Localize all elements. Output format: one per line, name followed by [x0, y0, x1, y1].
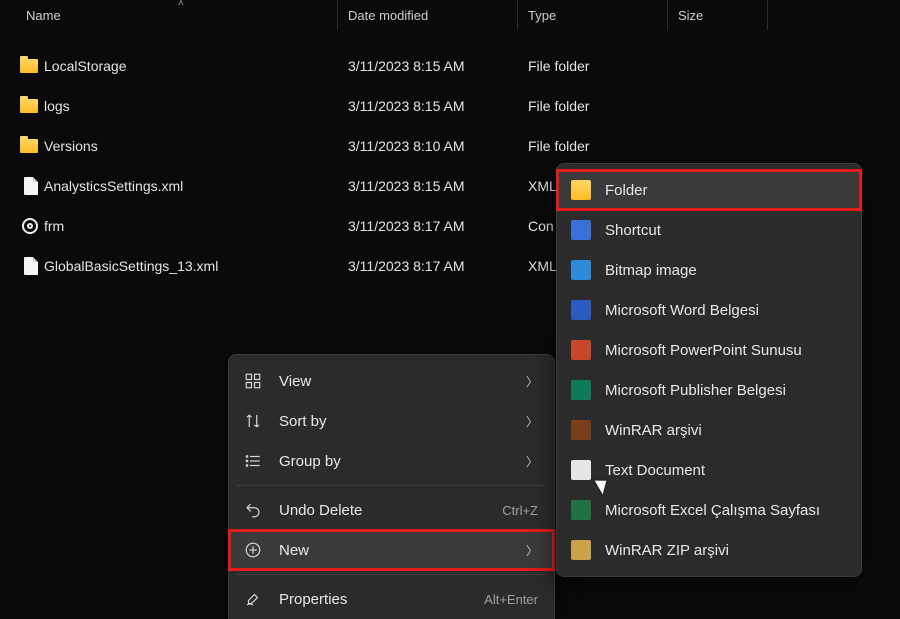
bmp-icon — [571, 260, 591, 280]
sort-icon — [243, 412, 263, 430]
menu-item-shortcut: Alt+Enter — [484, 592, 538, 607]
view-icon — [243, 372, 263, 390]
menu-item-label: View — [279, 373, 526, 390]
new-rar-item[interactable]: WinRAR arşivi — [557, 410, 861, 450]
header-date-modified[interactable]: Date modified — [338, 0, 518, 30]
folder-icon — [20, 139, 38, 153]
undo-icon — [243, 501, 263, 519]
file-type: File folder — [518, 138, 668, 154]
file-type: File folder — [518, 58, 668, 74]
chevron-right-icon: 〉 — [526, 453, 538, 470]
menu-item-shortcut: Ctrl+Z — [502, 503, 538, 518]
file-row[interactable]: Versions3/11/2023 8:10 AMFile folder — [0, 126, 900, 166]
folder-icon — [571, 180, 591, 200]
menu-item-label: Sort by — [279, 413, 526, 430]
new-icon — [243, 541, 263, 559]
file-name: Versions — [44, 138, 338, 154]
menu-item-props[interactable]: PropertiesAlt+Enter — [229, 579, 554, 619]
chevron-right-icon: 〉 — [526, 413, 538, 430]
header-name[interactable]: Name — [0, 0, 338, 30]
file-date: 3/11/2023 8:17 AM — [338, 258, 518, 274]
file-name: GlobalBasicSettings_13.xml — [44, 258, 338, 274]
column-headers: ˄ Name Date modified Type Size — [0, 0, 900, 30]
xls-icon — [571, 500, 591, 520]
file-icon — [24, 257, 38, 275]
ppt-icon — [571, 340, 591, 360]
new-word-item[interactable]: Microsoft Word Belgesi — [557, 290, 861, 330]
new-submenu: Folder Shortcut Bitmap image Microsoft Word… — [556, 163, 862, 577]
menu-item-new[interactable]: New〉 — [229, 530, 554, 570]
gear-icon — [22, 218, 38, 234]
submenu-item-label: Microsoft PowerPoint Sunusu — [605, 342, 802, 359]
submenu-item-label: WinRAR arşivi — [605, 422, 702, 439]
file-date: 3/11/2023 8:17 AM — [338, 218, 518, 234]
menu-item-sort[interactable]: Sort by〉 — [229, 401, 554, 441]
file-name: LocalStorage — [44, 58, 338, 74]
submenu-item-label: Shortcut — [605, 222, 661, 239]
sort-indicator-icon: ˄ — [178, 0, 184, 9]
menu-item-label: Undo Delete — [279, 502, 502, 519]
new-bmp-item[interactable]: Bitmap image — [557, 250, 861, 290]
header-type[interactable]: Type — [518, 0, 668, 30]
file-name: logs — [44, 98, 338, 114]
file-name: frm — [44, 218, 338, 234]
folder-icon — [20, 99, 38, 113]
menu-item-group[interactable]: Group by〉 — [229, 441, 554, 481]
submenu-item-label: Folder — [605, 182, 648, 199]
menu-item-label: Properties — [279, 591, 484, 608]
chevron-right-icon: 〉 — [526, 373, 538, 390]
submenu-item-label: WinRAR ZIP arşivi — [605, 542, 729, 559]
submenu-item-label: Microsoft Word Belgesi — [605, 302, 759, 319]
file-date: 3/11/2023 8:10 AM — [338, 138, 518, 154]
file-row[interactable]: LocalStorage3/11/2023 8:15 AMFile folder — [0, 46, 900, 86]
menu-item-view[interactable]: View〉 — [229, 361, 554, 401]
shortcut-icon — [571, 220, 591, 240]
file-date: 3/11/2023 8:15 AM — [338, 58, 518, 74]
props-icon — [243, 590, 263, 608]
file-type: File folder — [518, 98, 668, 114]
zip-icon — [571, 540, 591, 560]
file-icon — [24, 177, 38, 195]
header-size[interactable]: Size — [668, 0, 768, 30]
submenu-item-label: Microsoft Publisher Belgesi — [605, 382, 786, 399]
group-icon — [243, 452, 263, 470]
rar-icon — [571, 420, 591, 440]
folder-icon — [20, 59, 38, 73]
menu-separator — [237, 574, 546, 575]
new-shortcut-item[interactable]: Shortcut — [557, 210, 861, 250]
menu-item-undo[interactable]: Undo DeleteCtrl+Z — [229, 490, 554, 530]
new-ppt-item[interactable]: Microsoft PowerPoint Sunusu — [557, 330, 861, 370]
file-date: 3/11/2023 8:15 AM — [338, 178, 518, 194]
chevron-right-icon: 〉 — [526, 542, 538, 559]
new-zip-item[interactable]: WinRAR ZIP arşivi — [557, 530, 861, 570]
new-pub-item[interactable]: Microsoft Publisher Belgesi — [557, 370, 861, 410]
file-name: AnalysticsSettings.xml — [44, 178, 338, 194]
menu-separator — [237, 485, 546, 486]
submenu-item-label: Bitmap image — [605, 262, 697, 279]
file-row[interactable]: logs3/11/2023 8:15 AMFile folder — [0, 86, 900, 126]
submenu-item-label: Text Document — [605, 462, 705, 479]
txt-icon — [571, 460, 591, 480]
pub-icon — [571, 380, 591, 400]
context-menu: View〉Sort by〉Group by〉Undo DeleteCtrl+ZN… — [228, 354, 555, 619]
new-xls-item[interactable]: Microsoft Excel Çalışma Sayfası — [557, 490, 861, 530]
new-folder-item[interactable]: Folder — [557, 170, 861, 210]
file-date: 3/11/2023 8:15 AM — [338, 98, 518, 114]
submenu-item-label: Microsoft Excel Çalışma Sayfası — [605, 502, 820, 519]
word-icon — [571, 300, 591, 320]
menu-item-label: New — [279, 542, 526, 559]
menu-item-label: Group by — [279, 453, 526, 470]
